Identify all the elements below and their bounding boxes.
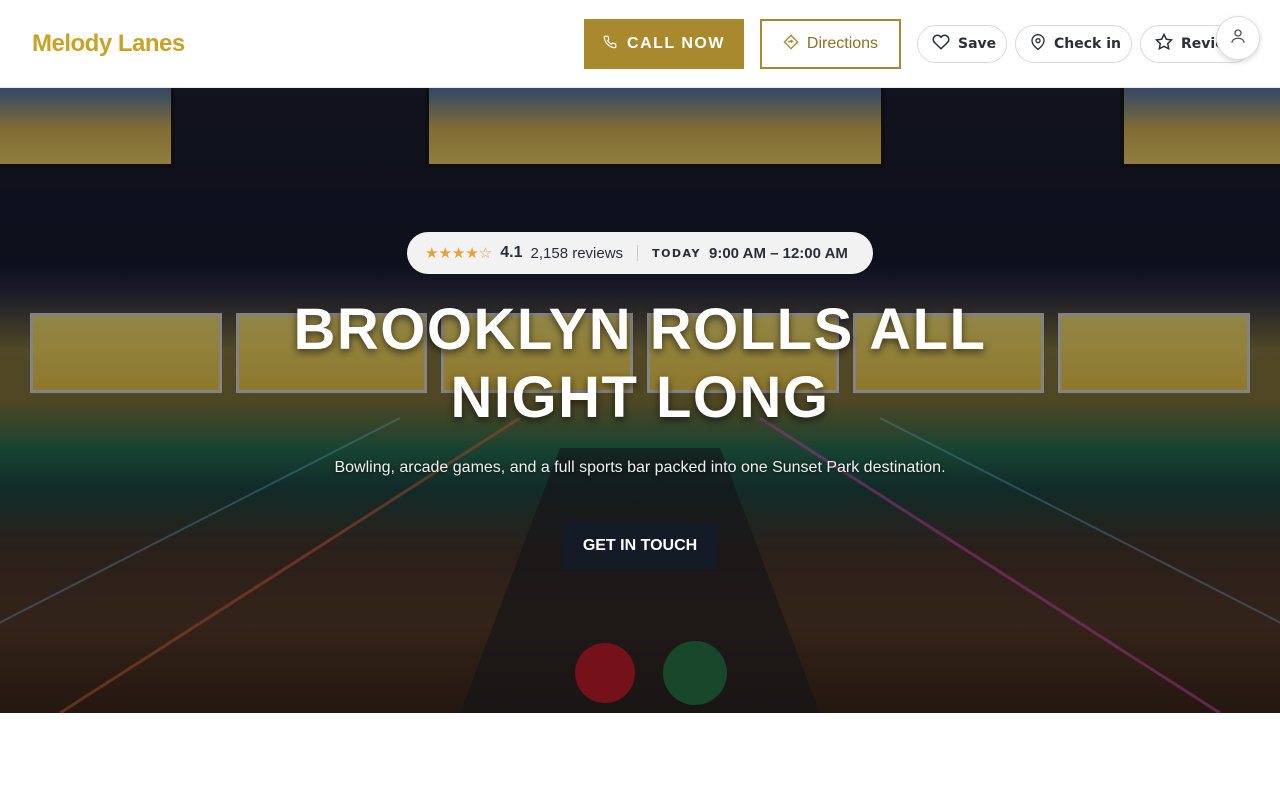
rating-hours-bar: ★★★★☆ 4.1 2,158 reviews TODAY 9:00 AM – … xyxy=(407,232,873,274)
site-header: Melody Lanes CALL NOW Directions Save Ch… xyxy=(0,0,1280,88)
check-in-label: Check in xyxy=(1054,36,1121,52)
today-label: TODAY xyxy=(652,246,701,260)
check-in-button[interactable]: Check in xyxy=(1015,25,1132,63)
directions-label: Directions xyxy=(806,35,879,52)
user-icon xyxy=(1229,27,1247,50)
get-in-touch-button[interactable]: GET IN TOUCH xyxy=(562,522,718,569)
heart-icon xyxy=(932,33,950,55)
hero-title: BROOKLYN ROLLS ALL NIGHT LONG xyxy=(293,297,987,430)
call-now-button[interactable]: CALL NOW xyxy=(584,19,744,69)
save-button[interactable]: Save xyxy=(917,25,1007,63)
brand-logo[interactable]: Melody Lanes xyxy=(32,30,185,58)
directions-icon xyxy=(783,33,799,55)
hero-section: ★★★★☆ 4.1 2,158 reviews TODAY 9:00 AM – … xyxy=(0,88,1280,713)
directions-button[interactable]: Directions xyxy=(760,19,901,69)
hours-value: 9:00 AM – 12:00 AM xyxy=(708,244,848,262)
review-count[interactable]: 2,158 reviews xyxy=(531,245,624,262)
account-button[interactable] xyxy=(1216,16,1260,60)
save-label: Save xyxy=(958,36,997,52)
call-now-label: CALL NOW xyxy=(627,35,725,52)
star-icon xyxy=(1154,32,1174,55)
hero-subtitle: Bowling, arcade games, and a full sports… xyxy=(334,459,946,476)
map-pin-icon xyxy=(1030,33,1046,55)
rating-stars: ★★★★☆ xyxy=(425,245,493,262)
phone-icon xyxy=(603,35,617,54)
divider xyxy=(637,245,639,261)
rating-value: 4.1 xyxy=(500,244,523,261)
